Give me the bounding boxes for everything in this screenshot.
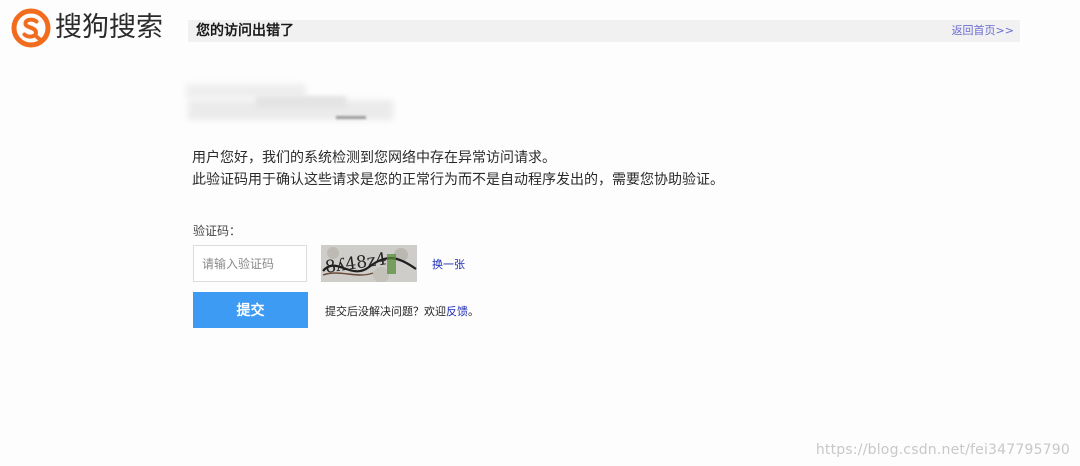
home-link[interactable]: 返回首页>>: [952, 20, 1014, 42]
redacted-area: [256, 96, 346, 108]
redacted-area: [336, 116, 366, 119]
captcha-input[interactable]: [193, 245, 307, 282]
feedback-prefix: 提交后没解决问题？欢迎: [325, 305, 446, 318]
error-page: 搜狗搜索 您的访问出错了 返回首页>> 用户您好，我们的系统检测到您网络中存在异…: [0, 0, 1080, 466]
feedback-link[interactable]: 反馈: [446, 305, 468, 318]
sogou-s-logo-icon: [11, 8, 51, 48]
message-line: 用户您好，我们的系统检测到您网络中存在异常访问请求。: [192, 150, 556, 166]
submit-button[interactable]: 提交: [193, 292, 308, 328]
sogou-logo[interactable]: 搜狗搜索: [11, 8, 163, 48]
message-line: 此验证码用于确认这些请求是您的正常行为而不是自动程序发出的，需要您协助验证。: [192, 172, 724, 188]
page-title: 您的访问出错了: [196, 23, 294, 39]
feedback-text: 提交后没解决问题？欢迎反馈。: [325, 303, 479, 319]
feedback-suffix: 。: [468, 305, 479, 318]
captcha-image[interactable]: 8ʎ48z4: [321, 245, 417, 282]
logo-text: 搜狗搜索: [55, 12, 163, 43]
captcha-label: 验证码：: [193, 224, 242, 238]
refresh-captcha-link[interactable]: 换一张: [432, 256, 465, 272]
title-bar: 您的访问出错了 返回首页>>: [188, 20, 1020, 42]
error-message: 用户您好，我们的系统检测到您网络中存在异常访问请求。 此验证码用于确认这些请求是…: [192, 147, 724, 191]
watermark: https://blog.csdn.net/fei347795790: [815, 442, 1070, 458]
